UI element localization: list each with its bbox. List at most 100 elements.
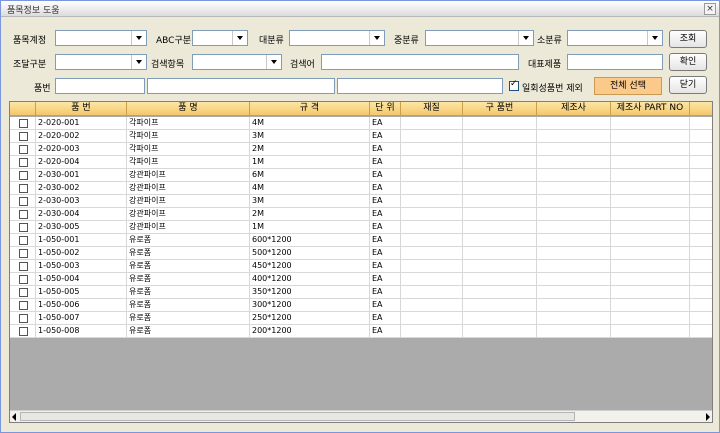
- row-checkbox[interactable]: [19, 249, 28, 258]
- table-cell[interactable]: EA: [370, 286, 401, 299]
- confirm-button[interactable]: 확인: [669, 53, 707, 71]
- table-cell[interactable]: [537, 143, 611, 156]
- table-cell[interactable]: EA: [370, 195, 401, 208]
- table-cell[interactable]: 2M: [250, 208, 370, 221]
- procure-select[interactable]: [55, 54, 147, 70]
- table-cell[interactable]: [611, 208, 690, 221]
- row-checkbox[interactable]: [19, 275, 28, 284]
- table-cell[interactable]: [537, 182, 611, 195]
- table-cell[interactable]: 600*1200: [250, 234, 370, 247]
- table-cell[interactable]: 400*1200: [250, 273, 370, 286]
- scroll-left-icon[interactable]: [12, 413, 16, 421]
- table-cell[interactable]: [463, 247, 537, 260]
- table-row[interactable]: 1-050-005 유로폼 350*1200 EA: [10, 286, 712, 299]
- table-cell[interactable]: EA: [370, 130, 401, 143]
- table-cell[interactable]: 3M: [250, 195, 370, 208]
- major-category-select[interactable]: [289, 30, 385, 46]
- table-cell[interactable]: 2-030-003: [36, 195, 127, 208]
- table-cell[interactable]: [463, 234, 537, 247]
- table-cell[interactable]: [537, 312, 611, 325]
- table-cell[interactable]: 350*1200: [250, 286, 370, 299]
- select-all-button[interactable]: 전체 선택: [594, 77, 662, 95]
- table-cell[interactable]: 4M: [250, 117, 370, 130]
- table-cell[interactable]: 1M: [250, 221, 370, 234]
- table-cell[interactable]: [401, 260, 463, 273]
- table-cell[interactable]: EA: [370, 273, 401, 286]
- table-cell[interactable]: [463, 195, 537, 208]
- table-cell[interactable]: [463, 182, 537, 195]
- table-cell[interactable]: [463, 143, 537, 156]
- table-row[interactable]: 2-020-001 각파이프 4M EA: [10, 117, 712, 130]
- table-cell[interactable]: [611, 182, 690, 195]
- table-cell[interactable]: 1-050-001: [36, 234, 127, 247]
- table-cell[interactable]: [611, 299, 690, 312]
- table-cell[interactable]: 강관파이프: [127, 195, 250, 208]
- table-cell[interactable]: [463, 299, 537, 312]
- table-row[interactable]: 2-020-002 각파이프 3M EA: [10, 130, 712, 143]
- table-cell[interactable]: [401, 299, 463, 312]
- row-checkbox[interactable]: [19, 184, 28, 193]
- close-button[interactable]: 닫기: [669, 76, 707, 94]
- table-cell[interactable]: [611, 247, 690, 260]
- table-cell[interactable]: EA: [370, 234, 401, 247]
- horizontal-scrollbar[interactable]: [10, 410, 712, 422]
- table-row[interactable]: 2-020-004 각파이프 1M EA: [10, 156, 712, 169]
- rep-item-input[interactable]: [567, 54, 663, 70]
- table-cell[interactable]: 2-030-005: [36, 221, 127, 234]
- table-cell[interactable]: 250*1200: [250, 312, 370, 325]
- chevron-down-icon[interactable]: [647, 31, 662, 45]
- column-header[interactable]: 단 위: [370, 102, 401, 116]
- chevron-down-icon[interactable]: [518, 31, 533, 45]
- row-checkbox[interactable]: [19, 145, 28, 154]
- table-cell[interactable]: [401, 221, 463, 234]
- row-checkbox[interactable]: [19, 210, 28, 219]
- table-row[interactable]: 2-030-001 강관파이프 6M EA: [10, 169, 712, 182]
- table-cell[interactable]: [463, 221, 537, 234]
- table-cell[interactable]: [537, 117, 611, 130]
- row-checkbox[interactable]: [19, 236, 28, 245]
- exclude-onetime-checkbox[interactable]: [509, 79, 519, 91]
- row-checkbox[interactable]: [19, 119, 28, 128]
- table-cell[interactable]: [463, 273, 537, 286]
- table-cell[interactable]: 2-030-001: [36, 169, 127, 182]
- row-checkbox[interactable]: [19, 288, 28, 297]
- table-cell[interactable]: [463, 312, 537, 325]
- table-cell[interactable]: 유로폼: [127, 299, 250, 312]
- table-cell[interactable]: [401, 208, 463, 221]
- table-cell[interactable]: 1-050-007: [36, 312, 127, 325]
- column-header[interactable]: 구 품번: [463, 102, 537, 116]
- table-row[interactable]: 1-050-003 유로폼 450*1200 EA: [10, 260, 712, 273]
- table-cell[interactable]: [537, 260, 611, 273]
- table-cell[interactable]: [463, 169, 537, 182]
- table-cell[interactable]: 각파이프: [127, 156, 250, 169]
- table-cell[interactable]: EA: [370, 299, 401, 312]
- table-cell[interactable]: EA: [370, 208, 401, 221]
- table-cell[interactable]: 각파이프: [127, 130, 250, 143]
- column-header[interactable]: 재질: [401, 102, 463, 116]
- table-cell[interactable]: [463, 117, 537, 130]
- table-cell[interactable]: 유로폼: [127, 325, 250, 338]
- table-row[interactable]: 2-030-005 강관파이프 1M EA: [10, 221, 712, 234]
- table-cell[interactable]: [537, 208, 611, 221]
- row-checkbox[interactable]: [19, 301, 28, 310]
- table-cell[interactable]: 유로폼: [127, 312, 250, 325]
- table-cell[interactable]: [537, 130, 611, 143]
- row-checkbox[interactable]: [19, 223, 28, 232]
- table-cell[interactable]: [463, 130, 537, 143]
- chevron-down-icon[interactable]: [131, 31, 146, 45]
- table-cell[interactable]: EA: [370, 260, 401, 273]
- table-cell[interactable]: [401, 130, 463, 143]
- row-checkbox[interactable]: [19, 158, 28, 167]
- table-row[interactable]: 1-050-002 유로폼 500*1200 EA: [10, 247, 712, 260]
- table-cell[interactable]: [611, 195, 690, 208]
- table-cell[interactable]: EA: [370, 325, 401, 338]
- table-cell[interactable]: [401, 286, 463, 299]
- table-cell[interactable]: [611, 221, 690, 234]
- table-cell[interactable]: EA: [370, 117, 401, 130]
- table-cell[interactable]: [463, 260, 537, 273]
- close-icon[interactable]: ×: [704, 3, 716, 15]
- table-cell[interactable]: 강관파이프: [127, 182, 250, 195]
- table-cell[interactable]: [463, 156, 537, 169]
- table-cell[interactable]: [401, 156, 463, 169]
- table-cell[interactable]: [537, 273, 611, 286]
